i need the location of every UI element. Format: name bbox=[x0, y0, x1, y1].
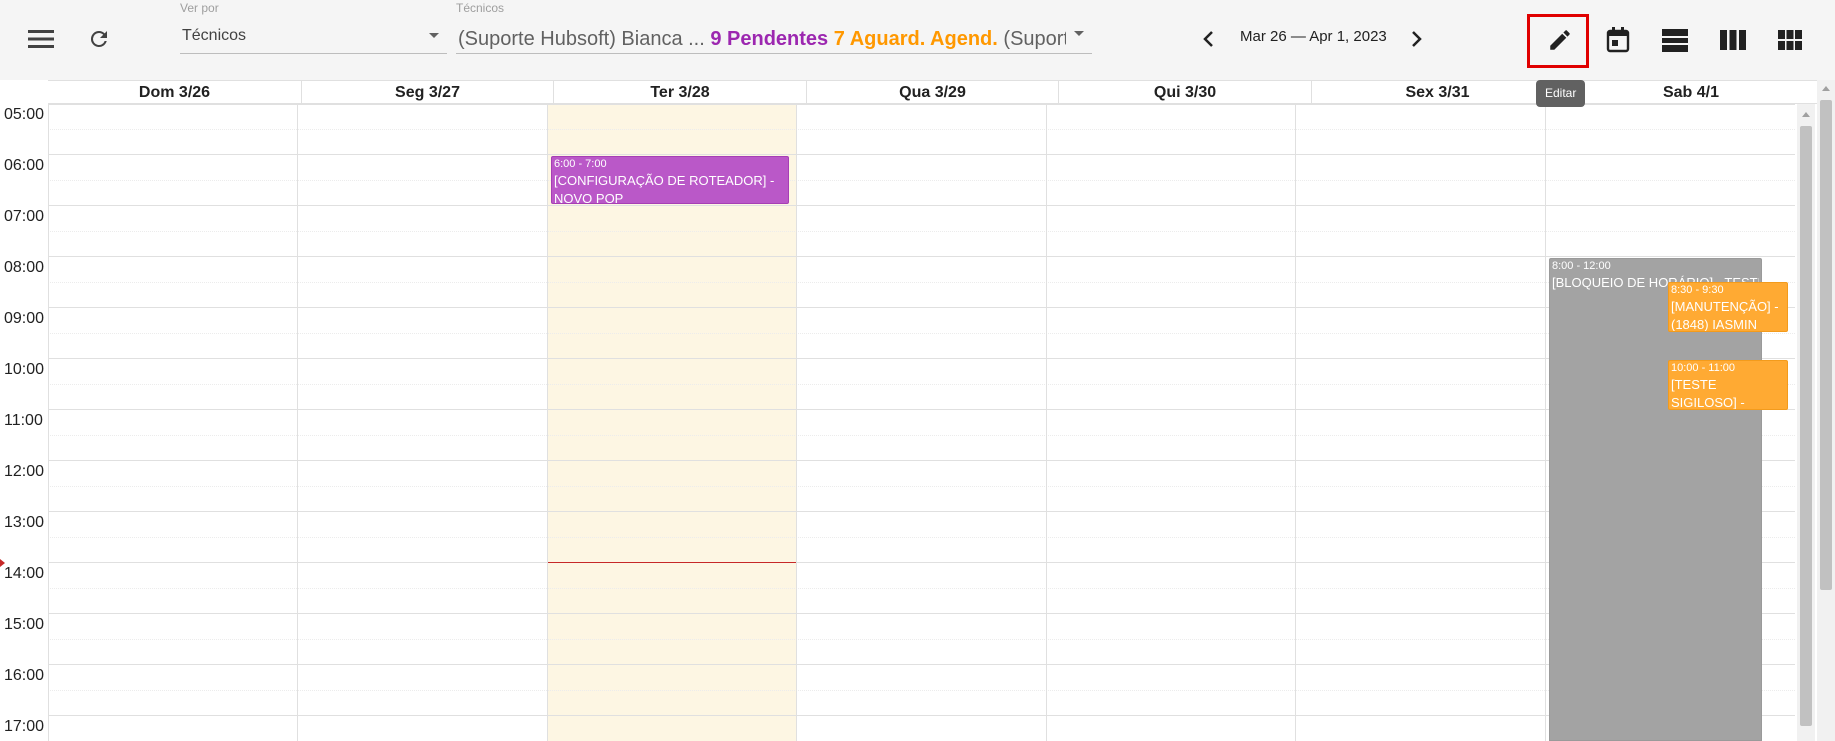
event-title: [MANUTENÇÃO] - (1848) IASMIN bbox=[1671, 299, 1779, 332]
time-label: 13:00 bbox=[4, 514, 45, 531]
current-time-marker bbox=[0, 559, 5, 567]
day-header-sat[interactable]: Sab 4/1 bbox=[1563, 81, 1818, 104]
day-header-mon[interactable]: Seg 3/27 bbox=[301, 81, 553, 104]
view-module-icon[interactable] bbox=[1773, 24, 1807, 56]
time-label: 07:00 bbox=[4, 208, 45, 225]
time-label: 06:00 bbox=[4, 157, 45, 174]
edit-tooltip: Editar bbox=[1536, 80, 1586, 107]
time-grid[interactable]: 05:00 06:00 07:00 08:00 09:00 10:00 11:0… bbox=[0, 104, 1795, 741]
day-header-sun[interactable]: Dom 3/26 bbox=[48, 81, 301, 104]
technicians-value: (Suporte Hubsoft) Bianca ... 9 Pendentes… bbox=[458, 28, 1066, 51]
calendar-event[interactable]: 10:00 - 11:00 [TESTE SIGILOSO] - (1848) … bbox=[1668, 360, 1788, 410]
time-label: 14:00 bbox=[4, 565, 45, 582]
page-scrollbar[interactable] bbox=[1817, 80, 1835, 741]
time-label: 12:00 bbox=[4, 463, 45, 480]
calendar-event[interactable]: 6:00 - 7:00 [CONFIGURAÇÃO DE ROTEADOR] -… bbox=[551, 156, 789, 204]
technician-name-next: (Suport bbox=[1003, 28, 1066, 50]
awaiting-count: 7 Aguard. Agend. bbox=[833, 28, 998, 50]
scroll-up-icon[interactable] bbox=[1802, 112, 1810, 117]
technician-name: (Suporte Hubsoft) Bianca ... bbox=[458, 28, 705, 50]
refresh-icon[interactable] bbox=[83, 24, 115, 54]
event-time: 10:00 - 11:00 bbox=[1671, 362, 1736, 374]
day-header-fri[interactable]: Sex 3/31 bbox=[1311, 81, 1563, 104]
event-time: 6:00 - 7:00 bbox=[554, 158, 607, 170]
event-title: [CONFIGURAÇÃO DE ROTEADOR] - NOVO POP bbox=[554, 173, 775, 204]
scroll-thumb[interactable] bbox=[1800, 126, 1812, 726]
event-time: 8:30 - 9:30 bbox=[1671, 284, 1724, 296]
hamburger-icon[interactable] bbox=[24, 24, 58, 54]
edit-highlight-frame bbox=[1527, 14, 1589, 68]
date-range: Mar 26 — Apr 1, 2023 bbox=[1240, 28, 1387, 45]
day-header-tue[interactable]: Ter 3/28 bbox=[553, 81, 806, 104]
technicians-label: Técnicos bbox=[456, 1, 505, 15]
calendar-day-icon[interactable] bbox=[1601, 24, 1635, 56]
view-week-icon[interactable] bbox=[1716, 24, 1750, 56]
day-header-wed[interactable]: Qua 3/29 bbox=[806, 81, 1058, 104]
calendar-toolbar: Ver por Técnicos Técnicos (Suporte Hubso… bbox=[0, 0, 1835, 80]
event-title: [TESTE SIGILOSO] - (1848) IASMIN bbox=[1671, 377, 1745, 410]
week-calendar: Dom 3/26 Seg 3/27 Ter 3/28 Qua 3/29 Qui … bbox=[0, 80, 1835, 741]
view-by-value: Técnicos bbox=[182, 27, 247, 44]
scroll-thumb[interactable] bbox=[1820, 100, 1832, 590]
time-label: 10:00 bbox=[4, 361, 45, 378]
chevron-left-icon[interactable] bbox=[1196, 26, 1220, 52]
view-agenda-icon[interactable] bbox=[1658, 24, 1692, 56]
grid-scrollbar[interactable] bbox=[1797, 104, 1815, 741]
time-label: 15:00 bbox=[4, 616, 45, 633]
chevron-right-icon[interactable] bbox=[1405, 26, 1429, 52]
scroll-up-icon[interactable] bbox=[1822, 86, 1830, 91]
time-label: 17:00 bbox=[4, 718, 45, 735]
time-label: 05:00 bbox=[4, 106, 45, 123]
pending-count: 9 Pendentes bbox=[710, 28, 829, 50]
dropdown-caret-icon bbox=[1074, 31, 1084, 36]
day-header-thu[interactable]: Qui 3/30 bbox=[1058, 81, 1311, 104]
current-time-line bbox=[548, 562, 796, 563]
time-label: 11:00 bbox=[4, 412, 43, 429]
dropdown-caret-icon bbox=[429, 33, 439, 38]
view-by-select[interactable]: Ver por Técnicos bbox=[180, 0, 447, 56]
event-time: 8:00 - 12:00 bbox=[1552, 260, 1611, 272]
time-label: 08:00 bbox=[4, 259, 45, 276]
time-label: 16:00 bbox=[4, 667, 45, 684]
calendar-event[interactable]: 8:30 - 9:30 [MANUTENÇÃO] - (1848) IASMIN bbox=[1668, 282, 1788, 332]
technicians-select[interactable]: Técnicos (Suporte Hubsoft) Bianca ... 9 … bbox=[456, 0, 1092, 56]
view-by-label: Ver por bbox=[180, 1, 219, 15]
time-label: 09:00 bbox=[4, 310, 45, 327]
